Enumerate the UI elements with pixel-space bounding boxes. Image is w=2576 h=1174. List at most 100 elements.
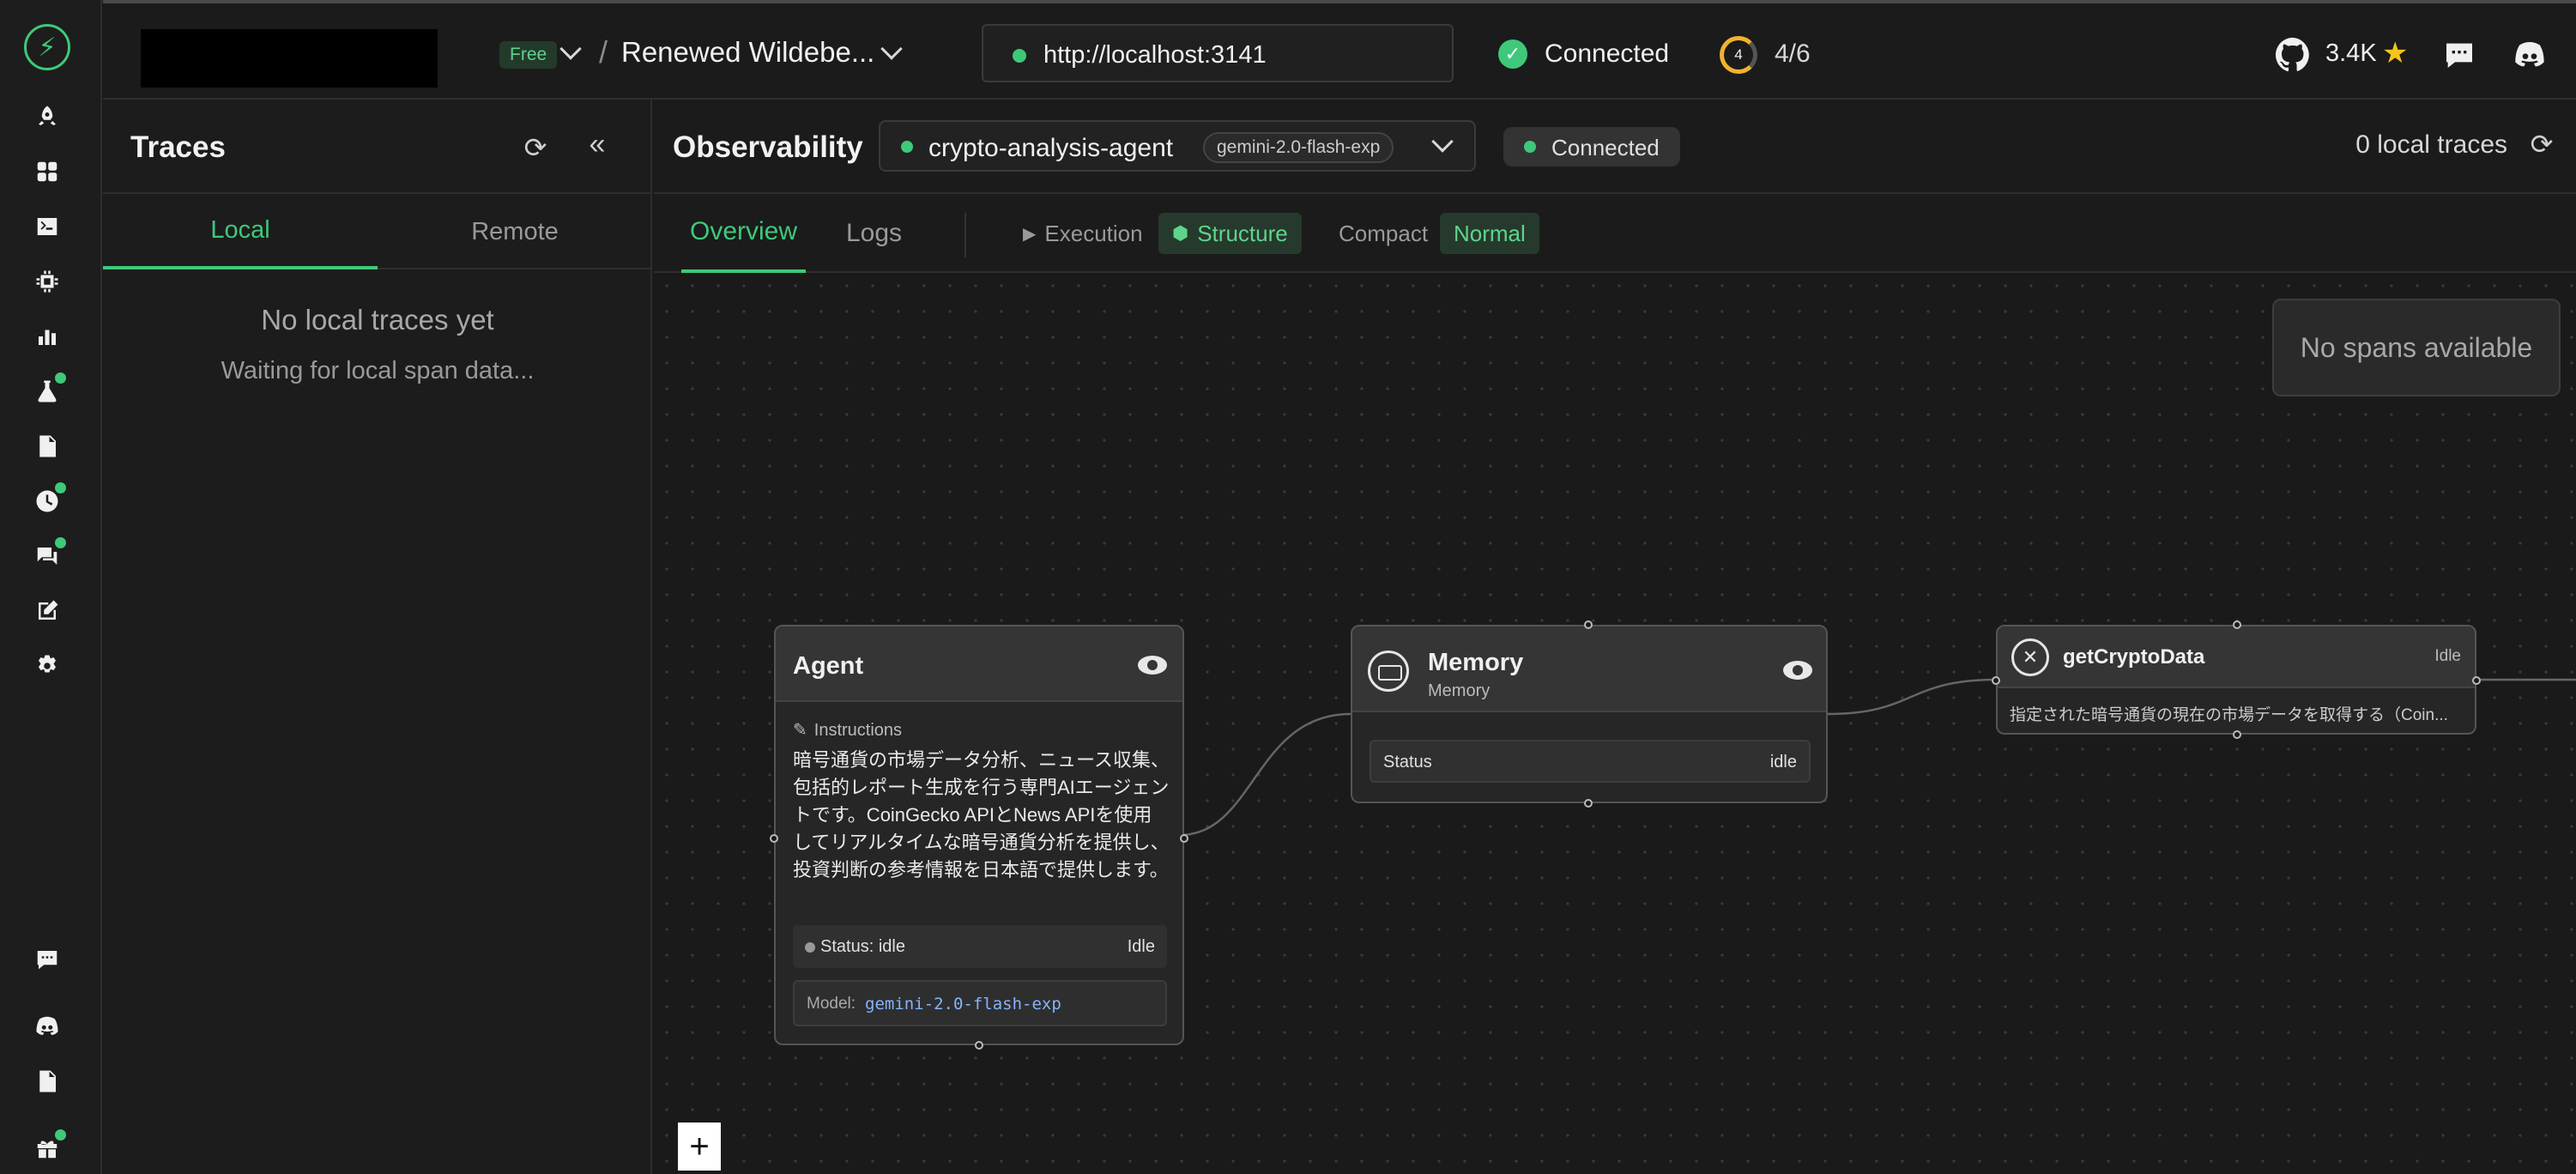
memory-status-value: idle [1769, 753, 1797, 772]
file-icon[interactable] [32, 1066, 63, 1097]
progress-ring[interactable]: 4 [1720, 36, 1757, 74]
trace-tabs: Local Remote [103, 194, 652, 269]
agent-status-row: Status: idle Idle [793, 925, 1167, 968]
divider [964, 213, 966, 257]
density-compact[interactable]: Compact [1325, 213, 1442, 254]
icon-rail: ⚡ [0, 0, 102, 1174]
tool-node-title: getCryptoData [2063, 645, 2205, 669]
gear-icon[interactable] [32, 651, 63, 681]
status-dot [1524, 141, 1536, 153]
tool-node-header: ✕ getCryptoData Idle [1998, 626, 2475, 688]
mode-structure[interactable]: ⬢ Structure [1158, 213, 1302, 254]
memory-node-subtitle: Memory [1428, 681, 1491, 700]
chip-icon[interactable] [32, 266, 63, 297]
redacted-logo [141, 29, 438, 88]
discord-icon[interactable] [32, 1011, 63, 1042]
rocket-icon[interactable] [32, 101, 63, 132]
refresh-icon[interactable]: ⟳ [520, 132, 551, 163]
edge-memory-tool [1827, 678, 1997, 716]
density-normal[interactable]: Normal [1440, 213, 1539, 254]
terminal-icon[interactable] [32, 211, 63, 242]
status-dot [805, 942, 815, 953]
edge-agent-memory [1179, 712, 1351, 837]
flask-icon[interactable] [32, 372, 66, 407]
status-dot [901, 141, 913, 153]
chevron-down-icon[interactable] [880, 38, 903, 60]
instructions-text: 暗号通貨の市場データ分析、ニュース収集、包括的レポート生成を行う専門AIエージェ… [793, 749, 1170, 880]
bar-chart-icon[interactable] [32, 321, 63, 352]
chat-icon[interactable] [2442, 38, 2476, 72]
edit-icon[interactable] [32, 596, 63, 626]
github-icon[interactable] [2274, 36, 2312, 74]
chevron-down-icon[interactable] [1431, 130, 1454, 153]
bolt-logo-icon[interactable]: ⚡ [24, 24, 70, 70]
top-handle[interactable] [2233, 620, 2241, 629]
top-handle[interactable] [1584, 620, 1593, 629]
eye-icon[interactable] [1783, 661, 1812, 680]
tab-logs[interactable]: Logs [846, 194, 902, 273]
empty-state-subtitle: Waiting for local span data... [221, 357, 535, 384]
traces-header: Traces ⟳ « [103, 100, 652, 194]
connection-badge: Connected [1503, 127, 1680, 166]
bottom-handle[interactable] [975, 1041, 983, 1050]
zoom-in-button[interactable]: + [678, 1123, 721, 1171]
tab-overview[interactable]: Overview [681, 194, 807, 273]
status-dot [1013, 49, 1026, 63]
input-handle[interactable] [770, 834, 778, 843]
plan-badge[interactable]: Free [499, 41, 558, 69]
discord-icon[interactable] [2513, 38, 2547, 72]
tool-node-description: 指定された暗号通貨の現在の市場データを取得する（Coin... [2010, 706, 2448, 724]
project-name[interactable]: Renewed Wildebe... [621, 36, 874, 69]
agent-status-label: Status: idle [820, 937, 905, 956]
play-icon: ▶ [1023, 224, 1037, 244]
tool-node[interactable]: ✕ getCryptoData Idle 指定された暗号通貨の現在の市場データを… [1992, 620, 2481, 739]
agent-model-row: Model: gemini-2.0-flash-exp [793, 980, 1167, 1026]
output-handle[interactable] [1180, 834, 1188, 843]
check-circle-icon: ✓ [1498, 39, 1527, 69]
chat-bubble-icon[interactable] [32, 944, 63, 975]
eye-icon[interactable] [1138, 656, 1167, 675]
input-handle[interactable] [1992, 676, 2000, 685]
model-value: gemini-2.0-flash-exp [865, 995, 1061, 1014]
agent-node[interactable]: Agent ✎ Instructions 暗号通貨の市場データ分析、ニュース収集、… [770, 625, 1188, 1050]
refresh-icon[interactable]: ⟳ [2526, 129, 2557, 160]
memory-status-label: Status [1383, 753, 1432, 772]
chevron-down-icon[interactable] [559, 38, 582, 60]
star-icon: ★ [2382, 37, 2409, 70]
model-label: Model: [807, 995, 856, 1013]
server-url-field[interactable]: http://localhost:3141 [982, 24, 1454, 82]
agent-selector[interactable]: crypto-analysis-agent gemini-2.0-flash-e… [879, 120, 1476, 172]
chat-icon[interactable] [32, 537, 66, 572]
instructions-label: ✎ Instructions [793, 721, 903, 740]
github-stars[interactable]: 3.4K [2325, 39, 2377, 68]
tool-node-state: Idle [2434, 647, 2461, 665]
agent-name: crypto-analysis-agent [928, 134, 1174, 162]
collapse-icon[interactable]: « [582, 128, 613, 160]
wrench-icon: ✕ [2011, 638, 2049, 676]
mode-execution[interactable]: ▶ Execution [1009, 213, 1157, 254]
agent-status-badge: Idle [1127, 937, 1155, 956]
progress-text[interactable]: 4/6 [1775, 39, 1811, 69]
agent-node-title: Agent [793, 652, 864, 680]
server-url: http://localhost:3141 [1043, 41, 1267, 69]
document-icon[interactable] [32, 431, 63, 462]
memory-node-header: Memory Memory [1352, 626, 1826, 712]
clock-icon[interactable] [32, 482, 66, 517]
tab-remote[interactable]: Remote [378, 194, 652, 269]
bottom-handle[interactable] [2233, 730, 2241, 739]
traces-title: Traces [130, 130, 226, 164]
gift-icon[interactable] [32, 1129, 66, 1164]
cube-icon: ⬢ [1172, 222, 1189, 244]
bottom-handle[interactable] [1584, 799, 1593, 808]
grid-icon[interactable] [32, 156, 63, 187]
agent-node-header: Agent [776, 626, 1182, 702]
memory-node-title: Memory [1428, 649, 1524, 676]
memory-node[interactable]: Memory Memory Status idle [1351, 620, 1828, 808]
flow-canvas[interactable]: No spans available Agent ✎ Instructions 暗… [654, 273, 2576, 1174]
output-handle[interactable] [2472, 676, 2481, 685]
tab-local[interactable]: Local [103, 194, 378, 269]
traces-panel: Traces ⟳ « Local Remote No local traces … [103, 100, 652, 1174]
no-spans-panel: No spans available [2272, 299, 2561, 396]
top-bar: Free / Renewed Wildebe... http://localho… [103, 0, 2576, 100]
memory-status-row: Status idle [1370, 740, 1811, 783]
